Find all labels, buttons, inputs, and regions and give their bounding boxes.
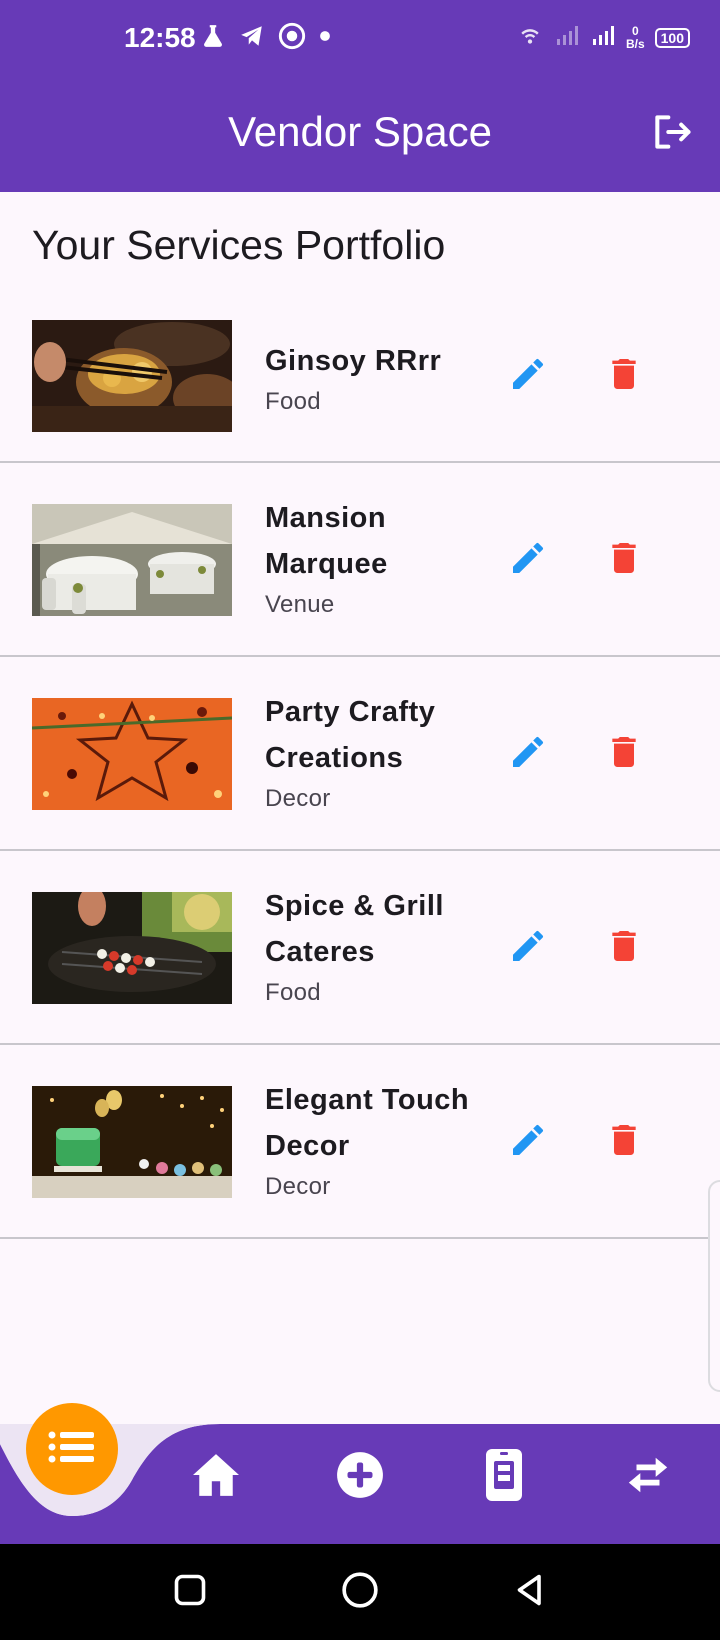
nav-switch-button[interactable] bbox=[620, 1449, 676, 1505]
nav-add-button[interactable] bbox=[332, 1449, 388, 1505]
add-circle-icon bbox=[335, 1450, 385, 1505]
edit-button[interactable] bbox=[506, 926, 550, 970]
service-info: Ginsoy RRrr Food bbox=[265, 338, 485, 420]
trash-icon bbox=[604, 732, 644, 777]
service-category: Decor bbox=[265, 785, 331, 812]
edit-button[interactable] bbox=[506, 732, 550, 776]
pencil-icon bbox=[508, 926, 548, 971]
dot-icon bbox=[318, 29, 332, 48]
delete-button[interactable] bbox=[602, 926, 646, 970]
page-heading: Your Services Portfolio bbox=[32, 222, 446, 268]
service-name: Elegant Touch Decor bbox=[265, 1084, 470, 1162]
service-image bbox=[32, 1086, 232, 1198]
service-name: Mansion Marquee bbox=[265, 502, 388, 580]
trash-icon bbox=[604, 926, 644, 971]
system-navigation-bar bbox=[0, 1544, 720, 1640]
flask-icon bbox=[200, 23, 226, 54]
status-bar: 12:58 0 B/s 100 bbox=[0, 0, 720, 82]
home-icon bbox=[190, 1452, 242, 1503]
service-info: Spice & Grill Cateres Food bbox=[265, 883, 485, 1011]
target-icon bbox=[278, 22, 306, 55]
service-item-elegant-touch-decor[interactable]: Elegant Touch Decor Decor bbox=[0, 1045, 720, 1239]
logout-button[interactable] bbox=[648, 110, 696, 158]
bookings-icon bbox=[484, 1447, 524, 1508]
delete-button[interactable] bbox=[602, 354, 646, 398]
signal-icon bbox=[590, 23, 616, 52]
edit-button[interactable] bbox=[506, 538, 550, 582]
services-list: Ginsoy RRrr Food Mansion Marquee Venue P… bbox=[0, 300, 720, 1239]
network-speed: 0 B/s bbox=[625, 23, 645, 51]
edit-button[interactable] bbox=[506, 1120, 550, 1164]
service-category: Decor bbox=[265, 1173, 331, 1200]
status-time: 12:58 bbox=[124, 22, 196, 53]
home-system-button[interactable] bbox=[336, 1568, 384, 1616]
back-triangle-icon bbox=[512, 1571, 548, 1614]
status-system-icons: 0 B/s 100 bbox=[516, 22, 690, 53]
nav-bookings-button[interactable] bbox=[476, 1447, 532, 1508]
pencil-icon bbox=[508, 732, 548, 777]
service-name: Spice & Grill Cateres bbox=[265, 890, 444, 968]
circle-icon bbox=[340, 1570, 380, 1615]
trash-icon bbox=[604, 538, 644, 583]
battery-level: 100 bbox=[654, 27, 690, 48]
delete-button[interactable] bbox=[602, 1120, 646, 1164]
service-info: Party Crafty Creations Decor bbox=[265, 689, 485, 817]
app-title: Vendor Space bbox=[228, 108, 492, 155]
logout-icon bbox=[650, 110, 694, 159]
wifi-icon bbox=[516, 22, 544, 53]
pencil-icon bbox=[508, 1120, 548, 1165]
service-category: Food bbox=[265, 979, 321, 1006]
signal-weak-icon bbox=[554, 23, 580, 52]
battery-icon: 100 bbox=[654, 27, 690, 48]
service-image bbox=[32, 892, 232, 1004]
recents-button[interactable] bbox=[166, 1568, 214, 1616]
service-category: Venue bbox=[265, 591, 335, 618]
service-item-mansion-marquee[interactable]: Mansion Marquee Venue bbox=[0, 463, 720, 657]
back-button[interactable] bbox=[506, 1568, 554, 1616]
nav-services-button[interactable] bbox=[26, 1403, 118, 1495]
delete-button[interactable] bbox=[602, 732, 646, 776]
service-info: Elegant Touch Decor Decor bbox=[265, 1077, 485, 1205]
swap-icon bbox=[625, 1455, 671, 1500]
status-notification-icons bbox=[200, 22, 332, 55]
edit-button[interactable] bbox=[506, 354, 550, 398]
service-info: Mansion Marquee Venue bbox=[265, 495, 485, 623]
delete-button[interactable] bbox=[602, 538, 646, 582]
trash-icon bbox=[604, 1120, 644, 1165]
network-speed-value: 0 bbox=[631, 23, 639, 38]
trash-icon bbox=[604, 354, 644, 399]
service-image bbox=[32, 698, 232, 810]
app-bar: Vendor Space bbox=[0, 82, 720, 192]
service-image bbox=[32, 320, 232, 432]
service-name: Ginsoy RRrr bbox=[265, 345, 442, 377]
pencil-icon bbox=[508, 354, 548, 399]
service-name: Party Crafty Creations bbox=[265, 696, 436, 774]
network-speed-unit: B/s bbox=[625, 36, 645, 51]
edge-panel-handle[interactable] bbox=[708, 1180, 720, 1392]
service-item-spice-grill-cateres[interactable]: Spice & Grill Cateres Food bbox=[0, 851, 720, 1045]
pencil-icon bbox=[508, 538, 548, 583]
service-image bbox=[32, 504, 232, 616]
square-icon bbox=[172, 1572, 208, 1613]
telegram-icon bbox=[238, 23, 266, 54]
service-item-ginsoy[interactable]: Ginsoy RRrr Food bbox=[0, 300, 720, 463]
list-icon bbox=[47, 1429, 97, 1470]
service-item-party-crafty-creations[interactable]: Party Crafty Creations Decor bbox=[0, 657, 720, 851]
service-category: Food bbox=[265, 388, 321, 415]
nav-home-button[interactable] bbox=[188, 1449, 244, 1505]
